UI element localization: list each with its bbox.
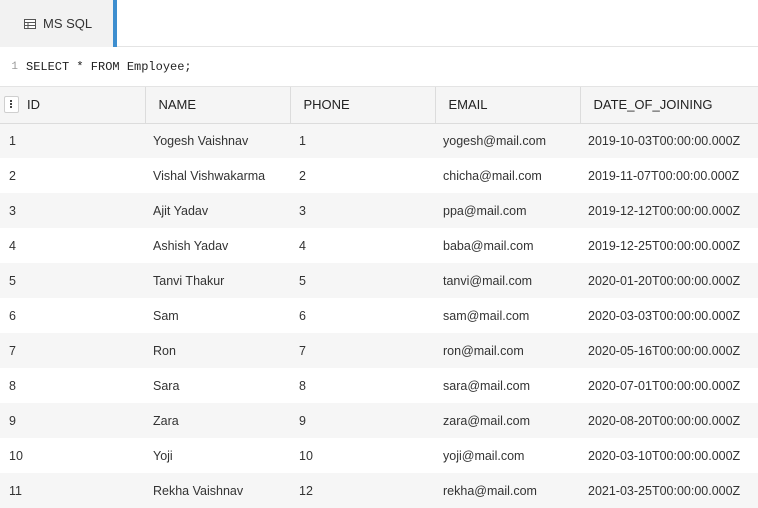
- cell-id: 2: [9, 168, 16, 183]
- cell-id: 7: [9, 343, 16, 358]
- column-header-email[interactable]: EMAIL: [435, 87, 581, 124]
- cell-date-of-joining: 2020-05-16T00:00:00.000Z: [588, 343, 741, 358]
- cell-phone: 7: [299, 343, 306, 358]
- query-text[interactable]: SELECT * FROM Employee;: [26, 60, 192, 74]
- cell-date-of-joining: 2020-07-01T00:00:00.000Z: [588, 378, 741, 393]
- column-header-phone[interactable]: PHONE: [290, 87, 436, 124]
- cell-date-of-joining: 2019-10-03T00:00:00.000Z: [588, 133, 741, 148]
- column-header-id[interactable]: ID: [0, 87, 146, 124]
- cell-id: 6: [9, 308, 16, 323]
- grid-body: 1 Yogesh Vaishnav 1 yogesh@mail.com 2019-10-…: [0, 123, 758, 508]
- cell-id: 5: [9, 273, 16, 288]
- cell-email: chicha@mail.com: [443, 168, 542, 183]
- cell-name: Tanvi Thakur: [153, 273, 225, 288]
- database-icon: [24, 18, 36, 29]
- cell-date-of-joining: 2020-03-10T00:00:00.000Z: [588, 448, 741, 463]
- column-menu-icon[interactable]: [4, 96, 19, 114]
- query-editor[interactable]: 1 SELECT * FROM Employee;: [0, 47, 758, 87]
- table-row[interactable]: 1 Yogesh Vaishnav 1 yogesh@mail.com 2019-10-…: [0, 123, 758, 158]
- cell-phone: 8: [299, 378, 306, 393]
- tab-bar: MS SQL: [0, 0, 758, 47]
- cell-phone: 3: [299, 203, 306, 218]
- cell-phone: 9: [299, 413, 306, 428]
- table-row[interactable]: 4 Ashish Yadav 4 baba@mail.com 2019-12-25T00…: [0, 228, 758, 263]
- line-number: 1: [11, 60, 18, 73]
- cell-email: baba@mail.com: [443, 238, 534, 253]
- cell-name: Vishal Vishwakarma: [153, 168, 266, 183]
- cell-name: Rekha Vaishnav: [153, 483, 244, 498]
- cell-phone: 10: [299, 448, 313, 463]
- cell-phone: 6: [299, 308, 306, 323]
- cell-name: Yogesh Vaishnav: [153, 133, 249, 148]
- cell-email: sam@mail.com: [443, 308, 530, 323]
- cell-id: 10: [9, 448, 23, 463]
- cell-email: zara@mail.com: [443, 413, 531, 428]
- table-row[interactable]: 3 Ajit Yadav 3 ppa@mail.com 2019-12-12T00:00…: [0, 193, 758, 228]
- cell-name: Ashish Yadav: [153, 238, 229, 253]
- cell-name: Zara: [153, 413, 179, 428]
- results-grid: ID NAME PHONE EMAIL DATE_OF_JOINING 1 Yog…: [0, 87, 758, 508]
- cell-phone: 2: [299, 168, 306, 183]
- cell-email: tanvi@mail.com: [443, 273, 533, 288]
- cell-email: yogesh@mail.com: [443, 133, 547, 148]
- cell-id: 8: [9, 378, 16, 393]
- table-row[interactable]: 9 Zara 9 zara@mail.com 2020-08-20T00:00:00.0…: [0, 403, 758, 438]
- cell-name: Ajit Yadav: [153, 203, 209, 218]
- table-row[interactable]: 11 Rekha Vaishnav 12 rekha@mail.com 2021-03-…: [0, 473, 758, 508]
- table-row[interactable]: 6 Sam 6 sam@mail.com 2020-03-03T00:00:00.000…: [0, 298, 758, 333]
- cell-name: Yoji: [153, 448, 173, 463]
- cell-email: yoji@mail.com: [443, 448, 525, 463]
- table-row[interactable]: 8 Sara 8 sara@mail.com 2020-07-01T00:00:00.0…: [0, 368, 758, 403]
- cell-date-of-joining: 2020-08-20T00:00:00.000Z: [588, 413, 741, 428]
- column-header-name[interactable]: NAME: [145, 87, 291, 124]
- table-row[interactable]: 10 Yoji 10 yoji@mail.com 2020-03-10T00:00:00…: [0, 438, 758, 473]
- cell-email: ron@mail.com: [443, 343, 524, 358]
- cell-name: Sam: [153, 308, 179, 323]
- cell-phone: 5: [299, 273, 306, 288]
- cell-name: Ron: [153, 343, 176, 358]
- cell-date-of-joining: 2019-11-07T00:00:00.000Z: [588, 168, 740, 183]
- table-row[interactable]: 5 Tanvi Thakur 5 tanvi@mail.com 2020-01-20T0…: [0, 263, 758, 298]
- cell-name: Sara: [153, 378, 180, 393]
- cell-email: sara@mail.com: [443, 378, 531, 393]
- grid-header-row: ID NAME PHONE EMAIL DATE_OF_JOINING: [0, 87, 758, 124]
- cell-date-of-joining: 2019-12-12T00:00:00.000Z: [588, 203, 741, 218]
- cell-phone: 4: [299, 238, 306, 253]
- cell-phone: 1: [299, 133, 306, 148]
- tab-ms-sql[interactable]: MS SQL: [0, 0, 117, 47]
- cell-date-of-joining: 2020-01-20T00:00:00.000Z: [588, 273, 741, 288]
- cell-date-of-joining: 2019-12-25T00:00:00.000Z: [588, 238, 741, 253]
- table-row[interactable]: 7 Ron 7 ron@mail.com 2020-05-16T00:00:00.000…: [0, 333, 758, 368]
- tab-label: MS SQL: [43, 16, 93, 31]
- cell-email: ppa@mail.com: [443, 203, 527, 218]
- cell-id: 3: [9, 203, 16, 218]
- column-header-date-of-joining[interactable]: DATE_OF_JOINING: [580, 87, 758, 124]
- cell-phone: 12: [299, 483, 313, 498]
- table-row[interactable]: 2 Vishal Vishwakarma 2 chicha@mail.com 2019-…: [0, 158, 758, 193]
- cell-id: 9: [9, 413, 16, 428]
- cell-email: rekha@mail.com: [443, 483, 537, 498]
- cell-id: 4: [9, 238, 16, 253]
- cell-date-of-joining: 2020-03-03T00:00:00.000Z: [588, 308, 741, 323]
- cell-date-of-joining: 2021-03-25T00:00:00.000Z: [588, 483, 741, 498]
- cell-id: 11: [9, 483, 22, 498]
- cell-id: 1: [9, 133, 16, 148]
